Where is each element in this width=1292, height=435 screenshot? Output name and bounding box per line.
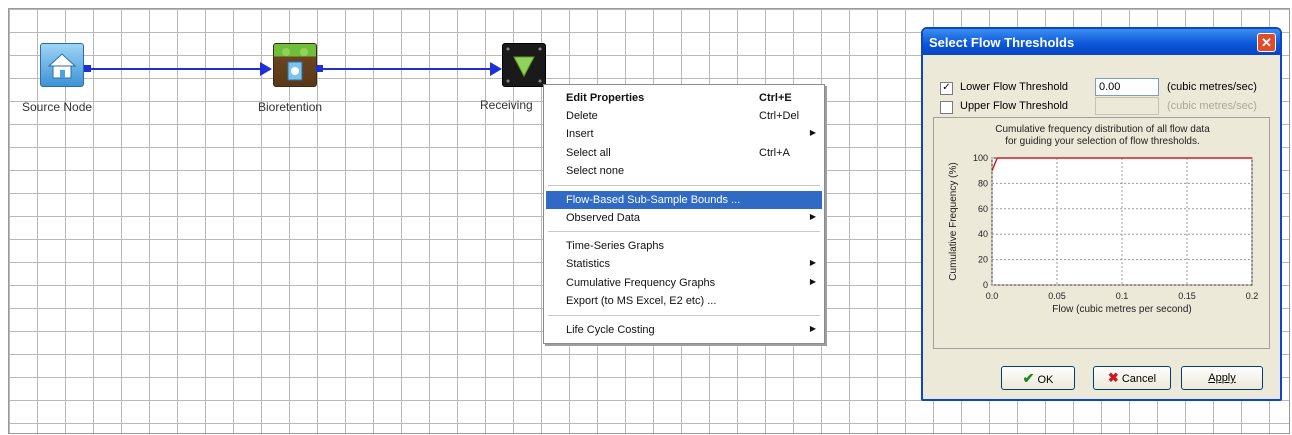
y-tick-label: 60 [978, 204, 988, 214]
y-tick-label: 80 [978, 178, 988, 188]
link-arrow-icon [490, 62, 502, 76]
upper-threshold-input[interactable] [1095, 97, 1159, 115]
submenu-arrow-icon: ▶ [809, 212, 816, 221]
upper-threshold-checkbox[interactable] [940, 101, 953, 114]
submenu-arrow-icon: ▶ [809, 128, 816, 137]
menu-item-cumulative-frequency-graphs[interactable]: Cumulative Frequency Graphs ▶ [546, 274, 822, 292]
y-tick-label: 100 [973, 153, 988, 163]
source-node-icon[interactable] [40, 43, 84, 87]
apply-button[interactable]: Apply [1181, 366, 1263, 390]
bioretention-node-icon[interactable] [273, 43, 317, 87]
y-tick-label: 20 [978, 255, 988, 265]
menu-item-select-none[interactable]: Select none [546, 162, 822, 180]
cancel-x-icon: ✖ [1107, 370, 1119, 385]
x-tick-label: 0.0 [986, 291, 999, 301]
chart-caption-line-1: Cumulative frequency distribution of all… [995, 124, 1210, 135]
x-tick-label: 0.2 [1246, 291, 1259, 301]
plot-area [991, 157, 1253, 286]
menu-separator [548, 315, 820, 316]
x-tick-label: 0.05 [1048, 291, 1066, 301]
upper-threshold-unit: (cubic metres/sec) [1167, 100, 1257, 112]
submenu-arrow-icon: ▶ [809, 324, 816, 333]
dialog-title-bar[interactable]: Select Flow Thresholds ✕ [923, 29, 1280, 55]
menu-item-delete[interactable]: Delete Ctrl+Del [546, 107, 822, 125]
lower-threshold-input[interactable]: 0.00 [1095, 78, 1159, 96]
menu-item-time-series-graphs[interactable]: Time-Series Graphs [546, 237, 822, 255]
menu-item-select-all[interactable]: Select all Ctrl+A [546, 144, 822, 162]
menu-item-edit-properties[interactable]: Edit Properties Ctrl+E [546, 89, 822, 107]
source-node-label: Source Node [22, 100, 93, 114]
link-arrow-icon [260, 62, 272, 76]
upper-threshold-label: Upper Flow Threshold [960, 100, 1069, 112]
cumulative-frequency-chart: Cumulative frequency distribution of all… [933, 117, 1270, 349]
menu-item-export[interactable]: Export (to MS Excel, E2 etc) ... [546, 292, 822, 310]
context-menu: Edit Properties Ctrl+E Delete Ctrl+Del I… [543, 84, 825, 344]
menu-item-observed-data[interactable]: Observed Data ▶ [546, 209, 822, 227]
menu-separator [548, 231, 820, 232]
close-icon[interactable]: ✕ [1257, 33, 1276, 52]
checkmark-icon: ✔ [1022, 370, 1035, 386]
chart-caption-line-2: for guiding your selection of flow thres… [1005, 136, 1200, 147]
menu-item-life-cycle-costing[interactable]: Life Cycle Costing ▶ [546, 321, 822, 339]
menu-separator [548, 185, 820, 186]
submenu-arrow-icon: ▶ [809, 277, 816, 286]
menu-item-statistics[interactable]: Statistics ▶ [546, 255, 822, 273]
menu-item-flow-based-sub-sample-bounds[interactable]: Flow-Based Sub-Sample Bounds ... [546, 191, 822, 209]
select-flow-thresholds-dialog: Select Flow Thresholds ✕ ✓ Lower Flow Th… [921, 27, 1282, 401]
cumulative-frequency-plot: 0.0 0.05 0.1 0.15 0.2 0 20 40 60 80 100 Flow (cubic… [948, 153, 1259, 315]
cancel-button[interactable]: ✖ Cancel [1093, 366, 1171, 390]
lower-threshold-unit: (cubic metres/sec) [1167, 81, 1257, 93]
receiving-node-icon[interactable] [502, 43, 546, 87]
ok-button[interactable]: ✔ OK [1001, 366, 1075, 390]
x-axis-title: Flow (cubic metres per second) [1052, 304, 1192, 315]
y-axis-title: Cumulative Frequency (%) [948, 162, 959, 280]
x-tick-label: 0.15 [1178, 291, 1196, 301]
submenu-arrow-icon: ▶ [809, 258, 816, 267]
lower-threshold-checkbox[interactable]: ✓ [940, 82, 953, 95]
lower-threshold-label: Lower Flow Threshold [960, 81, 1069, 93]
x-tick-label: 0.1 [1116, 291, 1129, 301]
link-bioretention-to-receiving[interactable] [320, 68, 492, 70]
receiving-node-label: Receiving [480, 98, 533, 112]
link-source-to-bioretention[interactable] [88, 68, 262, 70]
y-tick-label: 40 [978, 229, 988, 239]
dialog-title: Select Flow Thresholds [929, 35, 1075, 50]
y-tick-label: 0 [983, 280, 988, 290]
menu-item-insert[interactable]: Insert ▶ [546, 125, 822, 143]
bioretention-node-label: Bioretention [258, 100, 323, 114]
